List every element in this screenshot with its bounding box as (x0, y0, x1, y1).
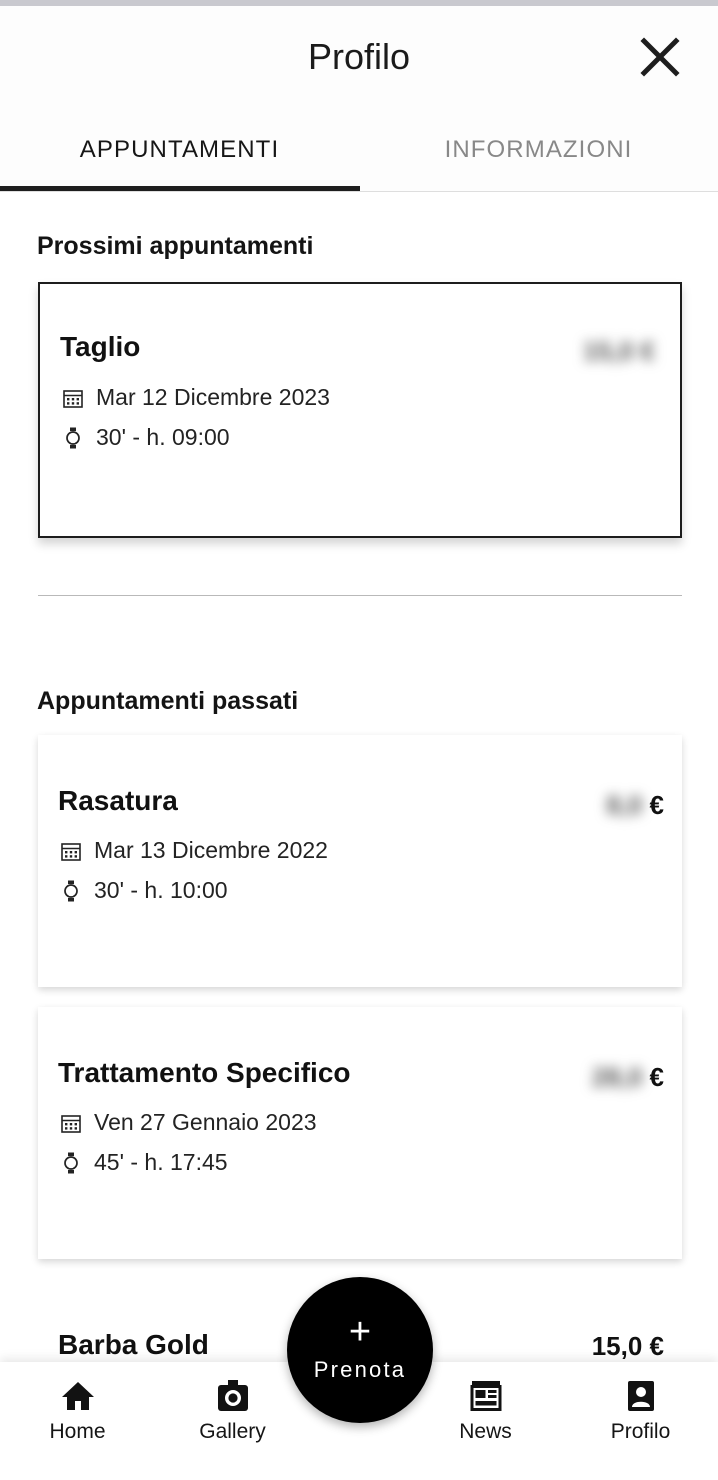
appointment-time-row: 30' - h. 09:00 (62, 424, 230, 451)
close-icon (636, 33, 684, 81)
newspaper-icon (469, 1378, 503, 1414)
active-tab-indicator (0, 186, 360, 191)
appointment-price-amount: 15,0 (582, 336, 634, 366)
tab-informazioni-label: INFORMAZIONI (444, 136, 633, 163)
home-icon (61, 1378, 95, 1414)
appointment-date: Mar 12 Dicembre 2023 (96, 384, 330, 410)
appointment-duration-time: 45' - h. 17:45 (94, 1149, 228, 1175)
watch-icon (60, 1152, 82, 1174)
section-divider (38, 595, 682, 596)
profile-screen: Profilo APPUNTAMENTI INFORMAZIONI Prossi… (0, 0, 718, 1480)
appointment-price: 8,0 € (606, 790, 664, 821)
nav-item-home[interactable]: Home (0, 1378, 155, 1444)
appointment-price-amount: 28,0 (591, 1062, 643, 1092)
camera-icon (216, 1378, 250, 1414)
appointment-time-row: 45' - h. 17:45 (60, 1149, 228, 1176)
page-title: Profilo (307, 36, 411, 77)
appointment-time-row: 30' - h. 10:00 (60, 877, 228, 904)
plus-icon: + (348, 1311, 372, 1353)
appointment-price: 28,0 € (592, 1062, 664, 1093)
appointment-date-row: Ven 27 Gennaio 2023 (60, 1109, 317, 1136)
close-button[interactable] (632, 29, 688, 85)
header-bar: Profilo (0, 6, 718, 108)
watch-icon (60, 880, 82, 902)
appointment-duration-time: 30' - h. 10:00 (94, 877, 228, 903)
appointment-price-amount: 8,0 (606, 790, 643, 820)
tab-informazioni[interactable]: INFORMAZIONI (359, 108, 718, 192)
appointment-price-currency: € (640, 336, 655, 366)
nav-item-profilo-label: Profilo (610, 1420, 671, 1443)
past-appointment-card[interactable]: Rasatura 8,0 € Mar 13 Dicembre 2022 30' … (38, 735, 682, 987)
appointment-price: 15,0 € (583, 336, 662, 367)
past-appointment-card[interactable]: Trattamento Specifico 28,0 € Ven 27 Genn… (38, 1007, 682, 1259)
past-section-title: Appuntamenti passati (37, 687, 299, 715)
watch-icon (62, 427, 84, 449)
appointment-service-name: Taglio (60, 331, 141, 362)
calendar-icon (62, 388, 84, 408)
nav-item-home-label: Home (49, 1420, 106, 1443)
appointment-price-currency: € (649, 1062, 664, 1092)
appointment-date: Ven 27 Gennaio 2023 (94, 1109, 317, 1135)
tab-appuntamenti[interactable]: APPUNTAMENTI (0, 108, 359, 192)
nav-item-news[interactable]: News (408, 1378, 563, 1444)
appointment-date-row: Mar 13 Dicembre 2022 (60, 837, 328, 864)
appointment-price-currency: € (649, 790, 664, 820)
nav-item-news-label: News (459, 1420, 512, 1443)
appointment-date: Mar 13 Dicembre 2022 (94, 837, 328, 863)
nav-item-gallery[interactable]: Gallery (155, 1378, 310, 1444)
prenota-fab-button[interactable]: + Prenota (287, 1277, 433, 1423)
appointment-price: 15,0 € (592, 1331, 664, 1362)
nav-item-profilo[interactable]: Profilo (563, 1378, 718, 1444)
appointment-duration-time: 30' - h. 09:00 (96, 424, 230, 450)
nav-item-gallery-label: Gallery (199, 1420, 266, 1443)
appointment-date-row: Mar 12 Dicembre 2023 (62, 384, 330, 411)
prenota-label: Prenota (313, 1357, 407, 1382)
appointment-service-name: Rasatura (58, 785, 178, 816)
calendar-icon (60, 841, 82, 861)
appointment-service-name: Trattamento Specifico (58, 1057, 351, 1088)
tab-bar: APPUNTAMENTI INFORMAZIONI (0, 108, 718, 192)
contact-card-icon (626, 1378, 656, 1414)
appointment-price-amount: 15,0 € (591, 1331, 664, 1361)
tab-appuntamenti-label: APPUNTAMENTI (79, 136, 280, 163)
upcoming-appointment-card[interactable]: Taglio 15,0 € Mar 12 Dicembre 2023 30' -… (38, 282, 682, 538)
appointment-service-name: Barba Gold (58, 1329, 209, 1360)
calendar-icon (60, 1113, 82, 1133)
upcoming-section-title: Prossimi appuntamenti (37, 232, 314, 260)
